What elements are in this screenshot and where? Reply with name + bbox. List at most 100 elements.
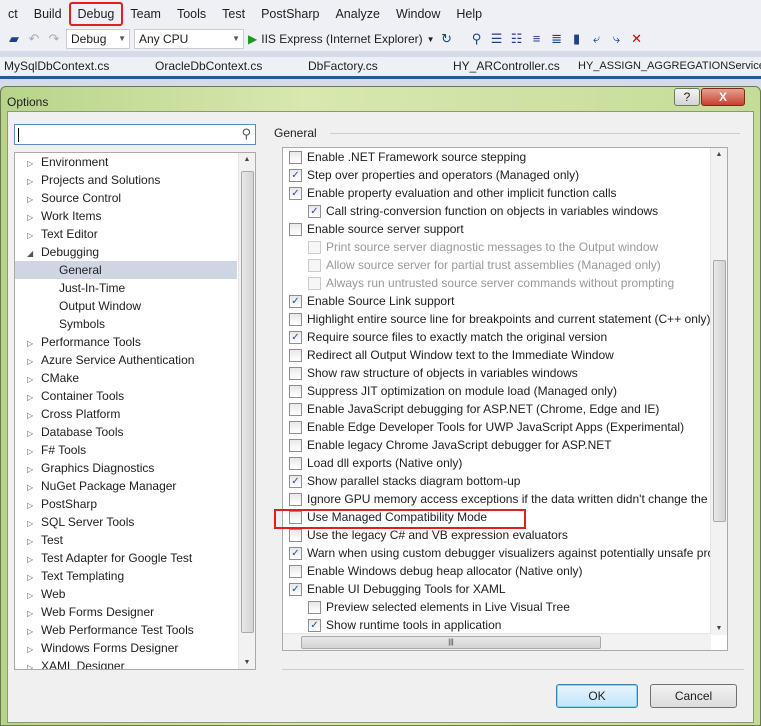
option-row[interactable]: Enable Edge Developer Tools for UWP Java…	[283, 418, 711, 436]
menu-window[interactable]: Window	[388, 3, 448, 25]
checkbox-unchecked[interactable]	[308, 258, 321, 272]
option-row[interactable]: Print source server diagnostic messages …	[283, 238, 711, 256]
document-tab[interactable]: OracleDbContext.cs	[155, 57, 262, 76]
tree-item[interactable]: ▷ CMake	[15, 369, 237, 387]
option-row[interactable]: ✓ Enable Source Link support	[283, 292, 711, 310]
tree-item[interactable]: ▷ Work Items	[15, 207, 237, 225]
search-input[interactable]: ⚲	[14, 124, 256, 145]
checkbox-checked[interactable]: ✓	[289, 330, 302, 344]
option-row[interactable]: Redirect all Output Window text to the I…	[283, 346, 711, 364]
option-row[interactable]: Preview selected elements in Live Visual…	[283, 598, 711, 616]
cancel-button[interactable]: Cancel	[650, 684, 737, 708]
comment-icon[interactable]: ≡	[529, 31, 545, 47]
tree-item[interactable]: ▷ NuGet Package Manager	[15, 477, 237, 495]
options-horizontal-scrollbar[interactable]: |||	[283, 633, 711, 650]
option-row[interactable]: Enable source server support	[283, 220, 711, 238]
tree-item[interactable]: ▷ Database Tools	[15, 423, 237, 441]
menu-ct[interactable]: ct	[0, 3, 26, 25]
checkbox-unchecked[interactable]	[289, 312, 302, 326]
checkbox-checked[interactable]: ✓	[289, 582, 302, 596]
scroll-down-icon[interactable]: ▼	[711, 625, 727, 632]
option-row[interactable]: ✓ Require source files to exactly match t…	[283, 328, 711, 346]
checkbox-unchecked[interactable]	[308, 600, 321, 614]
option-row[interactable]: Enable .NET Framework source stepping	[283, 148, 711, 166]
refresh-icon[interactable]: ↻	[439, 31, 455, 47]
option-row[interactable]: ✓ Warn when using custom debugger visuali…	[283, 544, 711, 562]
tree-item[interactable]: ▷ Test Adapter for Google Test	[15, 549, 237, 567]
tree-item[interactable]: ▷ Text Editor	[15, 225, 237, 243]
run-button[interactable]: ▶ IIS Express (Internet Explorer) ▼	[248, 32, 435, 46]
tree-item[interactable]: ▷ Web Performance Test Tools	[15, 621, 237, 639]
option-row[interactable]: Allow source server for partial trust as…	[283, 256, 711, 274]
option-row[interactable]: Load dll exports (Native only)	[283, 454, 711, 472]
undo-icon[interactable]: ↶	[26, 31, 42, 47]
document-tab[interactable]: HY_ASSIGN_AGGREGATIONService	[578, 57, 761, 76]
tree-item[interactable]: ▷ Azure Service Authentication	[15, 351, 237, 369]
tree-item[interactable]: ▷ Graphics Diagnostics	[15, 459, 237, 477]
scroll-up-icon[interactable]: ▲	[711, 151, 727, 158]
menu-test[interactable]: Test	[214, 3, 253, 25]
tree-item[interactable]: ▷ Web Forms Designer	[15, 603, 237, 621]
option-row[interactable]: ✓ Call string-conversion function on obje…	[283, 202, 711, 220]
menu-debug[interactable]: Debug	[68, 1, 124, 26]
option-row[interactable]: Enable Windows debug heap allocator (Nat…	[283, 562, 711, 580]
document-tab[interactable]: MySqlDbContext.cs	[4, 57, 109, 76]
checkbox-unchecked[interactable]	[289, 384, 302, 398]
tree-item[interactable]: Just-In-Time	[15, 279, 237, 297]
checkbox-unchecked[interactable]	[289, 456, 302, 470]
scroll-thumb[interactable]: |||	[301, 636, 601, 649]
ok-button[interactable]: OK	[556, 684, 638, 708]
uncomment-icon[interactable]: ≣	[549, 31, 565, 47]
menu-help[interactable]: Help	[448, 3, 490, 25]
collapsed-triangle-icon[interactable]: ▷	[27, 659, 41, 669]
option-row[interactable]: ✓ Show runtime tools in application	[283, 616, 711, 634]
tree-item[interactable]: ▷ Container Tools	[15, 387, 237, 405]
tree-item[interactable]: ▷ Source Control	[15, 189, 237, 207]
scroll-up-icon[interactable]: ▲	[239, 156, 255, 163]
configuration-dropdown[interactable]: Debug ▼	[66, 29, 130, 49]
next-bookmark-icon[interactable]: ⤷	[609, 31, 625, 47]
tree-item[interactable]: ▷ PostSharp	[15, 495, 237, 513]
scroll-thumb[interactable]	[241, 171, 254, 633]
tree-item[interactable]: ▷ F# Tools	[15, 441, 237, 459]
clear-bookmarks-icon[interactable]: ✕	[629, 31, 645, 47]
checkbox-unchecked[interactable]	[289, 150, 302, 164]
checkbox-checked[interactable]: ✓	[289, 294, 302, 308]
redo-icon[interactable]: ↷	[46, 31, 62, 47]
options-vertical-scrollbar[interactable]: ▲ ▼	[710, 148, 727, 635]
tree-item[interactable]: ▷ Text Templating	[15, 567, 237, 585]
option-row[interactable]: Always run untrusted source server comma…	[283, 274, 711, 292]
checkbox-unchecked[interactable]	[289, 222, 302, 236]
save-all-icon[interactable]: ▰	[6, 31, 22, 47]
scroll-thumb[interactable]	[713, 260, 726, 522]
tree-item[interactable]: ▷ Performance Tools	[15, 333, 237, 351]
expanded-triangle-icon[interactable]: ◢	[27, 245, 41, 263]
option-row[interactable]: Suppress JIT optimization on module load…	[283, 382, 711, 400]
menu-team[interactable]: Team	[122, 3, 169, 25]
menu-build[interactable]: Build	[26, 3, 70, 25]
checkbox-checked[interactable]: ✓	[308, 618, 321, 632]
format-icon[interactable]: ☷	[509, 31, 525, 47]
checkbox-unchecked[interactable]	[289, 564, 302, 578]
checkbox-unchecked[interactable]	[308, 240, 321, 254]
checkbox-unchecked[interactable]	[289, 492, 302, 506]
platform-dropdown[interactable]: Any CPU ▼	[134, 29, 244, 49]
tree-scrollbar[interactable]: ▲ ▼	[238, 153, 255, 669]
tree-item[interactable]: ▷ Cross Platform	[15, 405, 237, 423]
scroll-down-icon[interactable]: ▼	[239, 659, 255, 666]
option-row[interactable]: Enable JavaScript debugging for ASP.NET …	[283, 400, 711, 418]
checkbox-unchecked[interactable]	[289, 420, 302, 434]
checkbox-unchecked[interactable]	[289, 402, 302, 416]
document-tab[interactable]: HY_ARController.cs	[453, 57, 560, 76]
checkbox-unchecked[interactable]	[308, 276, 321, 290]
checkbox-checked[interactable]: ✓	[289, 168, 302, 182]
menu-analyze[interactable]: Analyze	[327, 3, 387, 25]
tree-item[interactable]: ▷ Projects and Solutions	[15, 171, 237, 189]
bookmark-icon[interactable]: ▮	[569, 31, 585, 47]
tree-item[interactable]: ▷ Windows Forms Designer	[15, 639, 237, 657]
option-row[interactable]: ✓ Step over properties and operators (Man…	[283, 166, 711, 184]
tree-item[interactable]: Symbols	[15, 315, 237, 333]
tree-item[interactable]: ▷ Web	[15, 585, 237, 603]
option-row[interactable]: Ignore GPU memory access exceptions if t…	[283, 490, 711, 508]
checkbox-checked[interactable]: ✓	[289, 186, 302, 200]
